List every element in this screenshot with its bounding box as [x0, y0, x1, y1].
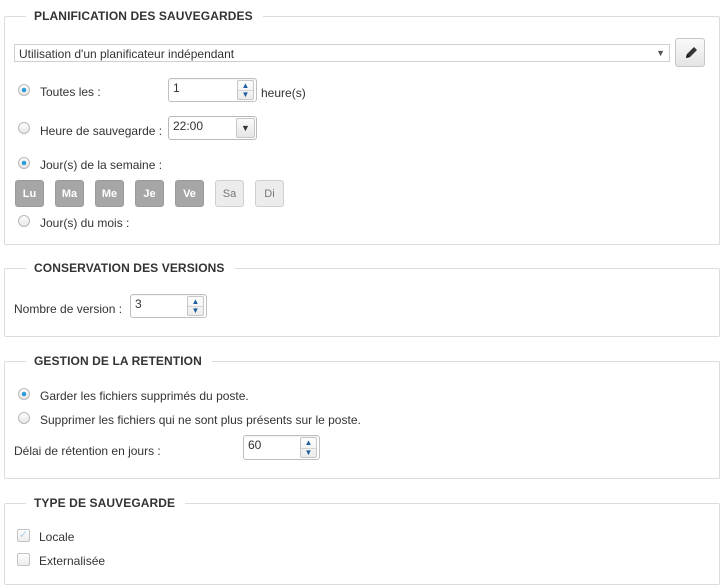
- radio-every[interactable]: [18, 84, 30, 96]
- external-label: Externalisée: [39, 554, 106, 568]
- local-checkbox[interactable]: ✓: [17, 529, 30, 542]
- stepper-buttons: ▲ ▼: [237, 80, 254, 100]
- delete-missing-label: Supprimer les fichiers qui ne sont plus …: [40, 413, 361, 427]
- radio-monthdays[interactable]: [18, 215, 30, 227]
- versions-title: CONSERVATION DES VERSIONS: [26, 261, 235, 275]
- every-label: Toutes les :: [40, 85, 101, 99]
- external-checkbox[interactable]: [17, 553, 30, 566]
- stepper-down-icon[interactable]: ▼: [188, 306, 203, 315]
- radio-keep-deleted[interactable]: [18, 388, 30, 400]
- scheduler-value: Utilisation d'un planificateur indépenda…: [19, 47, 235, 61]
- keep-deleted-label: Garder les fichiers supprimés du poste.: [40, 389, 249, 403]
- time-value: 22:00: [173, 119, 204, 133]
- version-count-value: 3: [135, 297, 142, 311]
- retention-title: GESTION DE LA RETENTION: [26, 354, 212, 368]
- time-select[interactable]: 22:00 ▼: [168, 116, 257, 140]
- stepper-down-icon[interactable]: ▼: [238, 90, 253, 99]
- chevron-down-icon: ▼: [656, 48, 665, 58]
- retention-delay-value: 60: [248, 438, 262, 452]
- monthdays-label: Jour(s) du mois :: [40, 216, 130, 230]
- radio-weekdays[interactable]: [18, 157, 30, 169]
- day-button-ve[interactable]: Ve: [175, 180, 204, 207]
- planning-title: PLANIFICATION DES SAUVEGARDES: [26, 9, 263, 23]
- pencil-icon: [686, 47, 697, 58]
- scheduler-select[interactable]: Utilisation d'un planificateur indépenda…: [14, 44, 670, 62]
- every-hours-value: 1: [173, 81, 180, 95]
- chevron-down-icon: ▼: [236, 118, 255, 138]
- stepper-buttons: ▲ ▼: [300, 437, 317, 458]
- backup-type-title: TYPE DE SAUVEGARDE: [26, 496, 186, 510]
- day-button-je[interactable]: Je: [135, 180, 164, 207]
- radio-time[interactable]: [18, 122, 30, 134]
- stepper-down-icon[interactable]: ▼: [301, 448, 316, 458]
- retention-delay-input[interactable]: 60 ▲ ▼: [243, 435, 320, 460]
- retention-delay-label: Délai de rétention en jours :: [14, 444, 161, 458]
- day-button-lu[interactable]: Lu: [15, 180, 44, 207]
- radio-delete-missing[interactable]: [18, 412, 30, 424]
- backup-type-section: TYPE DE SAUVEGARDE: [4, 496, 720, 585]
- time-label: Heure de sauvegarde :: [40, 124, 163, 138]
- day-button-me[interactable]: Me: [95, 180, 124, 207]
- edit-scheduler-button[interactable]: [675, 38, 705, 67]
- version-count-label: Nombre de version :: [14, 302, 123, 316]
- check-icon: ✓: [18, 529, 29, 541]
- every-unit: heure(s): [261, 86, 306, 100]
- day-button-ma[interactable]: Ma: [55, 180, 84, 207]
- version-count-input[interactable]: 3 ▲ ▼: [130, 294, 207, 318]
- local-label: Locale: [39, 530, 75, 544]
- weekdays-label: Jour(s) de la semaine :: [40, 158, 163, 172]
- day-button-di[interactable]: Di: [255, 180, 284, 207]
- stepper-buttons: ▲ ▼: [187, 296, 204, 316]
- day-button-sa[interactable]: Sa: [215, 180, 244, 207]
- every-hours-input[interactable]: 1 ▲ ▼: [168, 78, 257, 102]
